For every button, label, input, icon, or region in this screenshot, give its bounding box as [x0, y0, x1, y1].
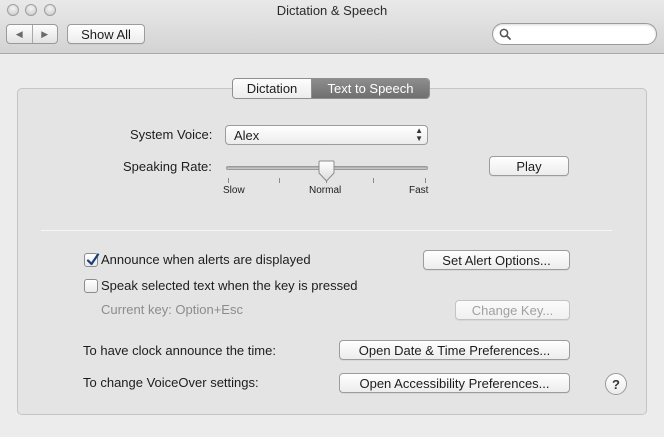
clock-announce-label: To have clock announce the time:: [83, 343, 276, 358]
back-forward-control: ◀ ▶: [6, 24, 58, 44]
tab-bar: Dictation Text to Speech: [232, 78, 430, 99]
section-divider: [41, 230, 612, 231]
slider-tick: [279, 178, 280, 183]
search-icon: [499, 28, 511, 40]
back-icon[interactable]: ◀: [7, 25, 33, 43]
set-alert-options-button[interactable]: Set Alert Options...: [423, 250, 570, 270]
slider-tick: [425, 178, 426, 183]
window-toolbar: Dictation & Speech ◀ ▶ Show All: [0, 0, 664, 54]
show-all-button[interactable]: Show All: [67, 24, 145, 44]
current-key-label: Current key: Option+Esc: [101, 302, 243, 317]
speak-selected-text-checkbox[interactable]: [84, 279, 98, 293]
open-date-time-preferences-button[interactable]: Open Date & Time Preferences...: [339, 340, 570, 360]
voiceover-settings-label: To change VoiceOver settings:: [83, 375, 259, 390]
system-voice-value: Alex: [234, 128, 260, 143]
change-key-button[interactable]: Change Key...: [455, 300, 570, 320]
slider-tick: [373, 178, 374, 183]
speaking-rate-slider-knob[interactable]: [318, 160, 335, 182]
updown-arrows-icon: ▲ ▼: [415, 126, 423, 143]
speak-selected-text-label[interactable]: Speak selected text when the key is pres…: [101, 278, 358, 293]
open-accessibility-preferences-button[interactable]: Open Accessibility Preferences...: [339, 373, 570, 393]
window-title: Dictation & Speech: [276, 3, 388, 18]
forward-icon[interactable]: ▶: [33, 25, 58, 43]
rate-tick-label-slow: Slow: [223, 185, 245, 196]
announce-alerts-label[interactable]: Announce when alerts are displayed: [101, 252, 311, 267]
tab-dictation[interactable]: Dictation: [233, 79, 312, 98]
slider-tick: [228, 178, 229, 183]
system-voice-select[interactable]: Alex ▲ ▼: [225, 125, 428, 145]
play-button[interactable]: Play: [489, 156, 569, 176]
tab-text-to-speech[interactable]: Text to Speech: [312, 79, 429, 98]
speaking-rate-label: Speaking Rate:: [123, 159, 212, 174]
rate-tick-label-fast: Fast: [409, 185, 429, 196]
help-button[interactable]: ?: [605, 373, 627, 395]
search-input[interactable]: [515, 26, 650, 42]
search-field[interactable]: [492, 23, 657, 45]
checkmark-icon: [86, 253, 100, 266]
system-voice-label: System Voice:: [130, 127, 213, 142]
announce-alerts-checkbox[interactable]: [84, 253, 100, 267]
rate-tick-label-normal: Normal: [309, 185, 342, 196]
